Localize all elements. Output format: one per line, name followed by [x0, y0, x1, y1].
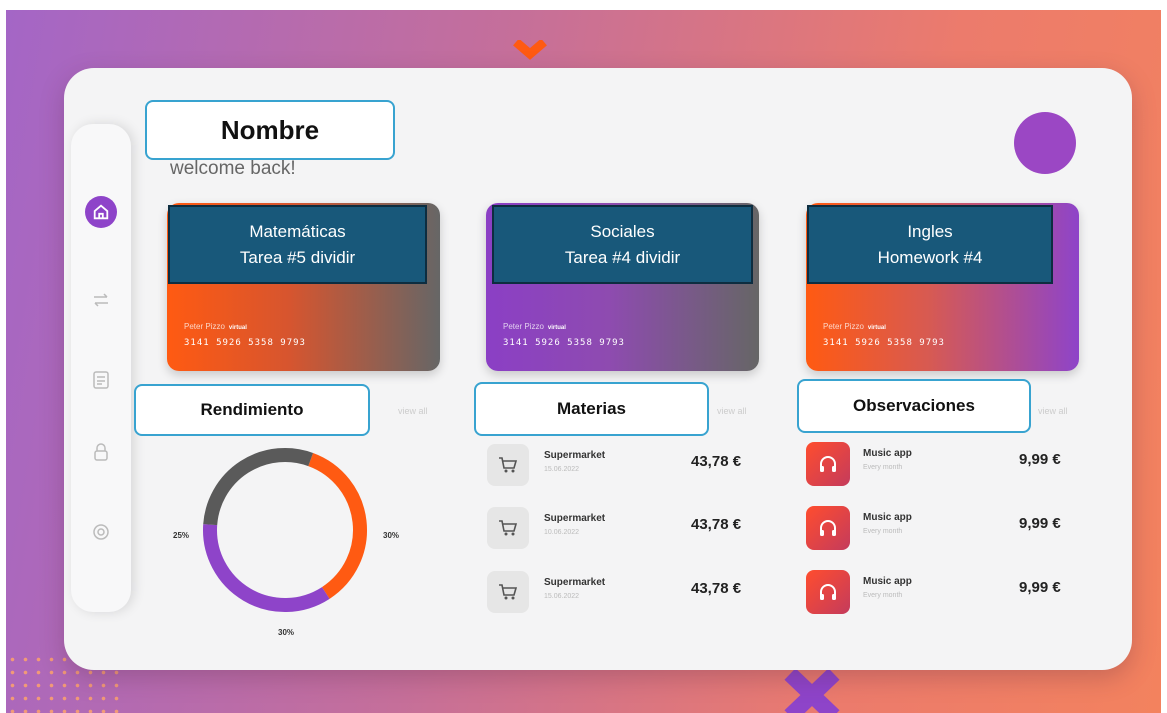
item-title: Music app — [863, 512, 912, 523]
view-all-link[interactable]: view all — [717, 406, 747, 416]
item-subtitle: Every month — [863, 464, 903, 471]
task-note: Matemáticas Tarea #5 dividir — [168, 205, 427, 284]
settings-icon — [93, 524, 109, 540]
donut-segment — [203, 448, 314, 526]
task-note: Sociales Tarea #4 dividir — [492, 205, 753, 284]
item-title: Music app — [863, 448, 912, 459]
home-icon — [93, 204, 109, 220]
card-tag: virtual — [867, 325, 886, 331]
cart-icon — [499, 584, 518, 600]
home-nav-button[interactable] — [85, 196, 117, 228]
item-subtitle: Every month — [863, 592, 903, 599]
x-decoration-icon — [784, 668, 840, 713]
document-nav-button[interactable] — [87, 366, 115, 394]
avatar[interactable] — [1014, 112, 1076, 174]
chart-label: 30% — [383, 531, 400, 540]
task-description: Tarea #4 dividir — [564, 247, 681, 267]
transfer-nav-button[interactable] — [87, 286, 115, 314]
card-holder: Peter Pizzo — [184, 322, 225, 331]
item-date: 15.06.2022 — [544, 593, 580, 600]
performance-donut-chart — [203, 448, 367, 612]
card-tag: virtual — [547, 325, 566, 331]
transfer-icon — [94, 293, 108, 307]
item-title: Supermarket — [544, 450, 606, 461]
list-item[interactable]: Music app Every month 9,99 € — [806, 442, 1071, 486]
section-title-materias: Materias — [474, 382, 709, 436]
section-title-observaciones: Observaciones — [797, 379, 1031, 433]
item-title: Music app — [863, 576, 912, 587]
list-item[interactable]: Music app Every month 9,99 € — [806, 506, 1071, 550]
item-amount: 9,99 € — [1019, 451, 1061, 468]
cart-icon — [499, 520, 518, 536]
card-number: 3141 5926 5358 9793 — [823, 338, 945, 348]
item-subtitle: Every month — [863, 528, 903, 535]
item-date: 10.06.2022 — [544, 529, 580, 536]
task-description: Tarea #5 dividir — [239, 247, 356, 267]
item-title: Supermarket — [544, 513, 606, 524]
item-amount: 43,78 € — [691, 516, 742, 533]
task-subject: Sociales — [590, 221, 655, 241]
list-item[interactable]: Supermarket 10.06.2022 43,78 € — [487, 507, 767, 551]
lock-icon — [94, 443, 108, 461]
card-number: 3141 5926 5358 9793 — [503, 338, 625, 348]
welcome-text: welcome back! — [170, 158, 296, 179]
task-note: Ingles Homework #4 — [807, 205, 1053, 284]
cart-icon — [499, 457, 518, 473]
lock-nav-button[interactable] — [87, 438, 115, 466]
sidebar — [71, 124, 131, 612]
chart-label: 30% — [278, 628, 295, 637]
document-icon — [93, 371, 109, 389]
section-title-rendimiento: Rendimiento — [134, 384, 370, 436]
item-amount: 43,78 € — [691, 580, 742, 597]
chart-label: 25% — [173, 531, 190, 540]
card-tag: virtual — [228, 325, 247, 331]
item-title: Supermarket — [544, 577, 606, 588]
card-holder: Peter Pizzo — [503, 322, 544, 331]
item-amount: 9,99 € — [1019, 515, 1061, 532]
task-description: Homework #4 — [877, 247, 983, 267]
list-item[interactable]: Supermarket 15.06.2022 43,78 € — [487, 444, 767, 488]
name-label: Nombre — [145, 100, 395, 160]
list-item[interactable]: Supermarket 15.06.2022 43,78 € — [487, 571, 767, 615]
item-date: 15.06.2022 — [544, 466, 580, 473]
view-all-link[interactable]: view all — [398, 406, 428, 416]
chevron-decoration-icon — [513, 40, 547, 60]
item-amount: 9,99 € — [1019, 579, 1061, 596]
settings-nav-button[interactable] — [87, 518, 115, 546]
headphones-icon — [820, 584, 836, 600]
headphones-icon — [820, 456, 836, 472]
item-amount: 43,78 € — [691, 453, 742, 470]
card-holder: Peter Pizzo — [823, 322, 864, 331]
headphones-icon — [820, 520, 836, 536]
card-number: 3141 5926 5358 9793 — [184, 338, 306, 348]
list-item[interactable]: Music app Every month 9,99 € — [806, 570, 1071, 614]
donut-segment — [203, 524, 330, 612]
view-all-link[interactable]: view all — [1038, 406, 1068, 416]
task-subject: Ingles — [907, 221, 953, 241]
donut-segment — [308, 452, 367, 599]
task-subject: Matemáticas — [249, 221, 346, 241]
